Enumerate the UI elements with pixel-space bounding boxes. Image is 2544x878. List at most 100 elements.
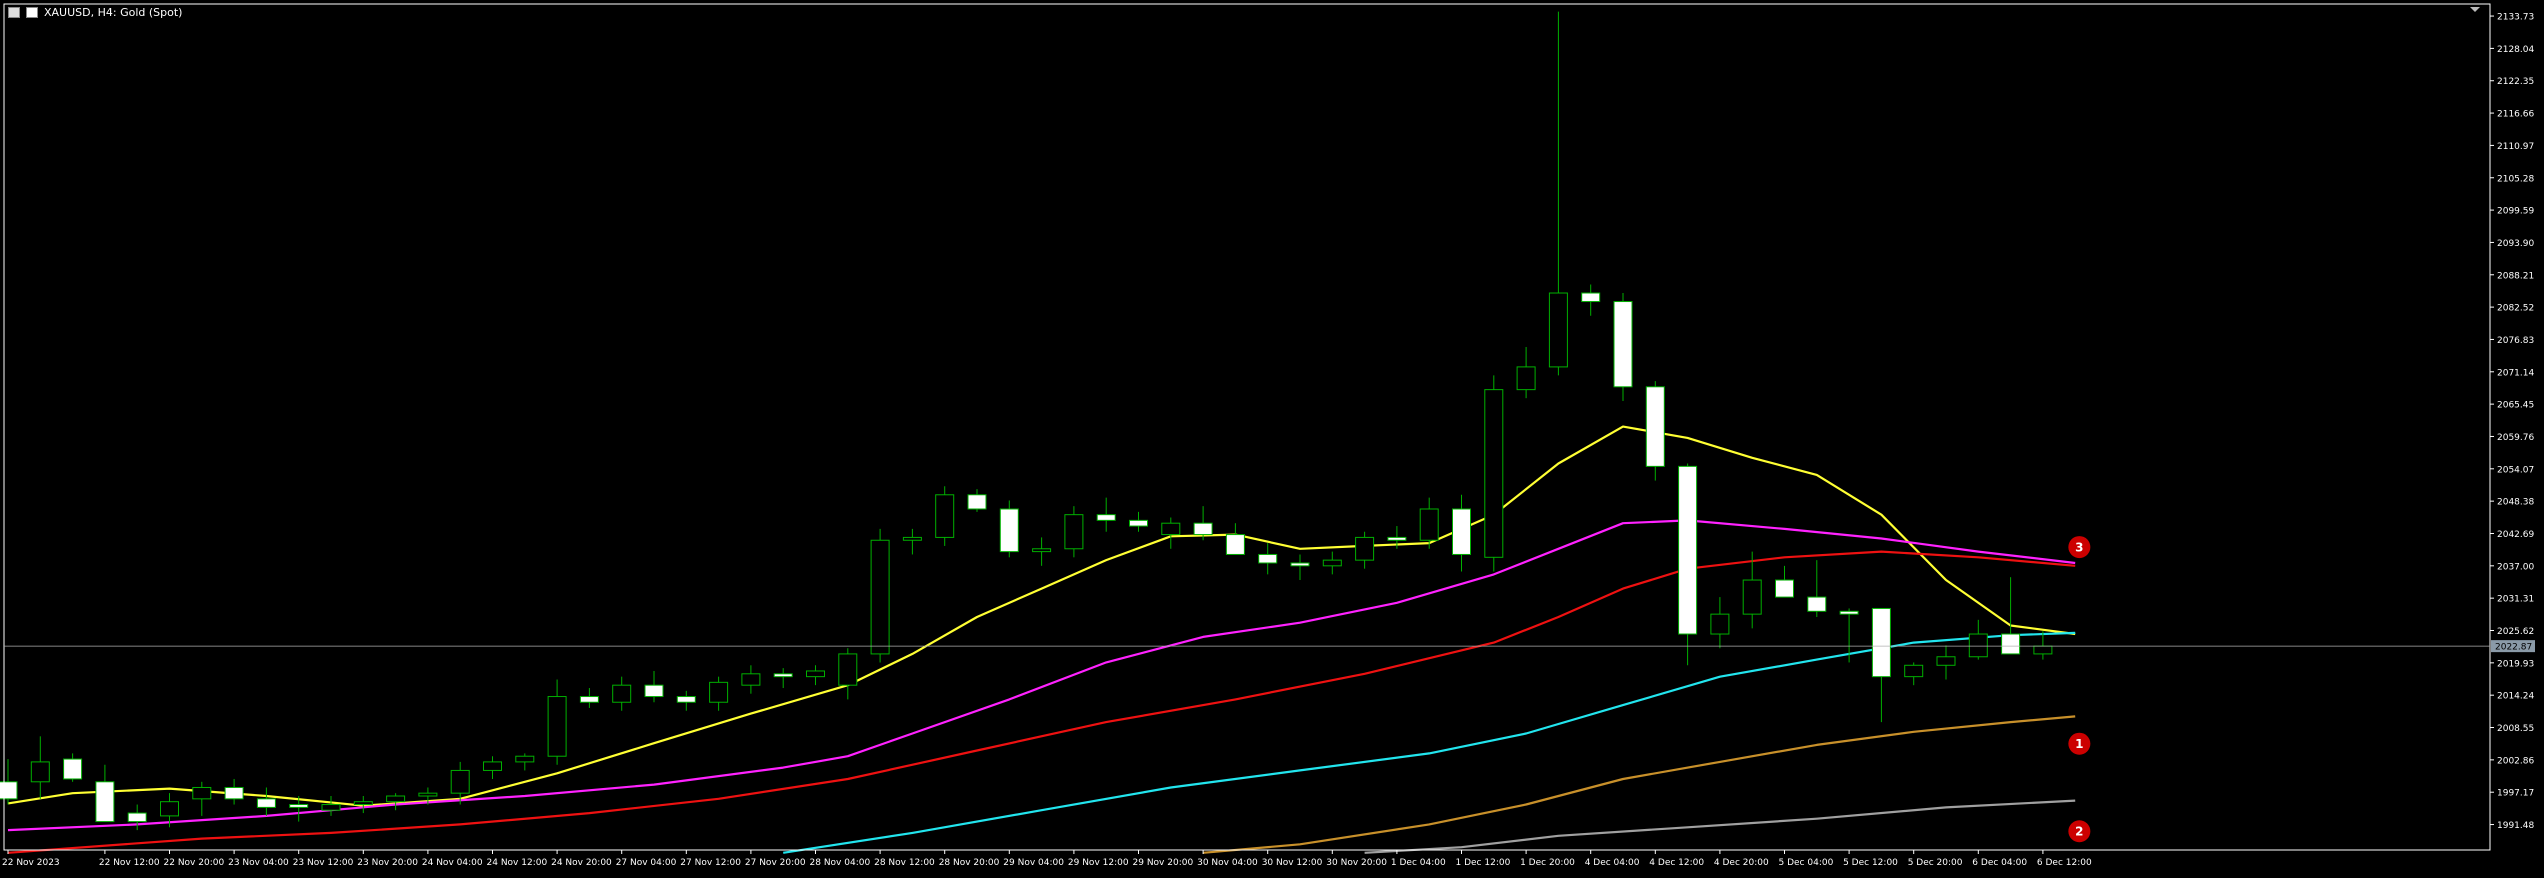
chart-canvas[interactable]: 2133.73 2128.04 2122.35 2116.66 2110.97 2105.…: [0, 0, 2544, 874]
bearish-candle-body: [224, 786, 244, 800]
bearish-candle-body: [1096, 514, 1116, 521]
x-tick-label: 27 Nov 04:00: [616, 858, 677, 868]
chart-symbol-icon: [26, 7, 38, 18]
y-tick-label: 2128.04: [2497, 45, 2534, 55]
candle[interactable]: [999, 500, 1019, 558]
bearish-candle-body: [1645, 386, 1665, 467]
bullish-candle-body: [1742, 579, 1762, 615]
price-chart[interactable]: 2133.73 2128.04 2122.35 2116.66 2110.97 2105.…: [0, 0, 2544, 874]
y-tick-label: 2071.14: [2497, 368, 2534, 378]
y-tick-label: 1997.17: [2497, 789, 2534, 799]
bullish-candle-body: [30, 761, 50, 783]
bullish-candle-body: [1936, 656, 1956, 666]
x-tick-label: 23 Nov 20:00: [357, 858, 418, 868]
bearish-candle-body: [773, 673, 793, 678]
x-tick-label: 23 Nov 12:00: [293, 858, 354, 868]
bearish-candle-body: [256, 798, 276, 808]
y-tick-label: 2048.38: [2497, 498, 2534, 508]
x-tick-label: 28 Nov 04:00: [810, 858, 871, 868]
x-tick-label: 29 Nov 12:00: [1068, 858, 1129, 868]
chart-background: [0, 0, 2544, 874]
bullish-candle-body: [450, 769, 470, 794]
candle[interactable]: [1484, 375, 1504, 572]
bullish-candle-body: [1419, 508, 1439, 541]
bullish-candle-body: [1516, 366, 1536, 391]
candle[interactable]: [1613, 293, 1633, 402]
x-tick-label: 30 Nov 12:00: [1262, 858, 1323, 868]
bullish-candle-body: [1161, 522, 1181, 536]
y-tick-label: 2076.83: [2497, 336, 2534, 346]
bearish-candle-body: [95, 781, 115, 823]
bullish-candle-body: [1484, 389, 1504, 558]
bearish-candle-body: [1258, 553, 1278, 564]
x-tick-label: 22 Nov 20:00: [164, 858, 225, 868]
bullish-candle-body: [321, 804, 341, 811]
x-tick-label: 22 Nov 2023: [2, 858, 60, 868]
bearish-candle-body: [967, 494, 987, 510]
y-tick-label: 2025.62: [2497, 627, 2534, 637]
chart-title-bar: XAUUSD, H4: Gold (Spot): [8, 6, 182, 19]
x-tick-label: 23 Nov 04:00: [228, 858, 289, 868]
x-tick-label: 30 Nov 20:00: [1326, 858, 1387, 868]
bullish-candle-body: [515, 755, 535, 763]
x-tick-label: 1 Dec 20:00: [1520, 858, 1575, 868]
x-tick-label: 1 Dec 12:00: [1456, 858, 1511, 868]
bullish-candle-body: [1032, 548, 1052, 553]
y-tick-label: 2122.35: [2497, 77, 2534, 87]
x-tick-label: 4 Dec 04:00: [1585, 858, 1640, 868]
current-price-label: 2022.87: [2495, 643, 2532, 653]
x-tick-label: 28 Nov 20:00: [939, 858, 1000, 868]
bearish-candle-body: [1581, 292, 1601, 303]
candle[interactable]: [870, 528, 890, 663]
bearish-candle-body: [63, 758, 83, 780]
bearish-candle-body: [999, 508, 1019, 553]
bullish-candle-body: [870, 539, 890, 655]
x-tick-label: 1 Dec 04:00: [1391, 858, 1446, 868]
marker-label: 3: [2075, 541, 2083, 555]
bullish-candle-body: [741, 673, 761, 686]
bullish-candle-body: [1548, 292, 1568, 368]
x-tick-label: 24 Nov 04:00: [422, 858, 483, 868]
bearish-candle-body: [676, 696, 696, 703]
candle[interactable]: [1645, 381, 1665, 481]
x-tick-label: 6 Dec 04:00: [1972, 858, 2027, 868]
y-tick-label: 2037.00: [2497, 562, 2534, 572]
chart-title: XAUUSD, H4: Gold (Spot): [44, 6, 183, 19]
x-tick-label: 6 Dec 12:00: [2037, 858, 2092, 868]
y-tick-label: 2002.86: [2497, 756, 2534, 766]
bearish-candle-body: [579, 696, 599, 703]
x-tick-label: 5 Dec 04:00: [1779, 858, 1834, 868]
y-tick-label: 2065.45: [2497, 401, 2534, 411]
bearish-candle-body: [1290, 562, 1310, 567]
bearish-candle-body: [289, 804, 309, 808]
x-tick-label: 29 Nov 04:00: [1003, 858, 1064, 868]
y-tick-label: 2031.31: [2497, 595, 2534, 605]
bearish-candle-body: [1129, 519, 1148, 527]
x-tick-label: 4 Dec 12:00: [1649, 858, 1704, 868]
y-tick-label: 2110.97: [2497, 142, 2534, 152]
y-tick-label: 2116.66: [2497, 110, 2534, 120]
bearish-candle-body: [1225, 534, 1245, 555]
x-tick-label: 28 Nov 12:00: [874, 858, 935, 868]
bullish-candle-body: [1355, 536, 1375, 561]
bullish-candle-body: [1064, 514, 1084, 550]
bearish-candle-body: [1193, 522, 1213, 536]
x-tick-label: 30 Nov 04:00: [1197, 858, 1258, 868]
x-tick-label: 24 Nov 20:00: [551, 858, 612, 868]
y-tick-label: 2099.59: [2497, 207, 2534, 217]
bearish-candle-body: [0, 781, 18, 800]
bearish-candle-body: [1775, 579, 1794, 598]
candle[interactable]: [935, 486, 955, 546]
bearish-candle-body: [1452, 508, 1471, 555]
bullish-candle-body: [192, 786, 212, 800]
bullish-candle-body: [1710, 613, 1730, 635]
y-tick-label: 2054.07: [2497, 465, 2534, 475]
x-tick-label: 4 Dec 20:00: [1714, 858, 1769, 868]
x-tick-label: 27 Nov 12:00: [680, 858, 741, 868]
bearish-candle-body: [2001, 633, 2021, 655]
bearish-candle-body: [127, 812, 147, 823]
bullish-candle-body: [935, 494, 955, 538]
bullish-candle-body: [386, 795, 406, 803]
bullish-candle-body: [418, 792, 438, 797]
y-tick-label: 2093.90: [2497, 239, 2534, 249]
